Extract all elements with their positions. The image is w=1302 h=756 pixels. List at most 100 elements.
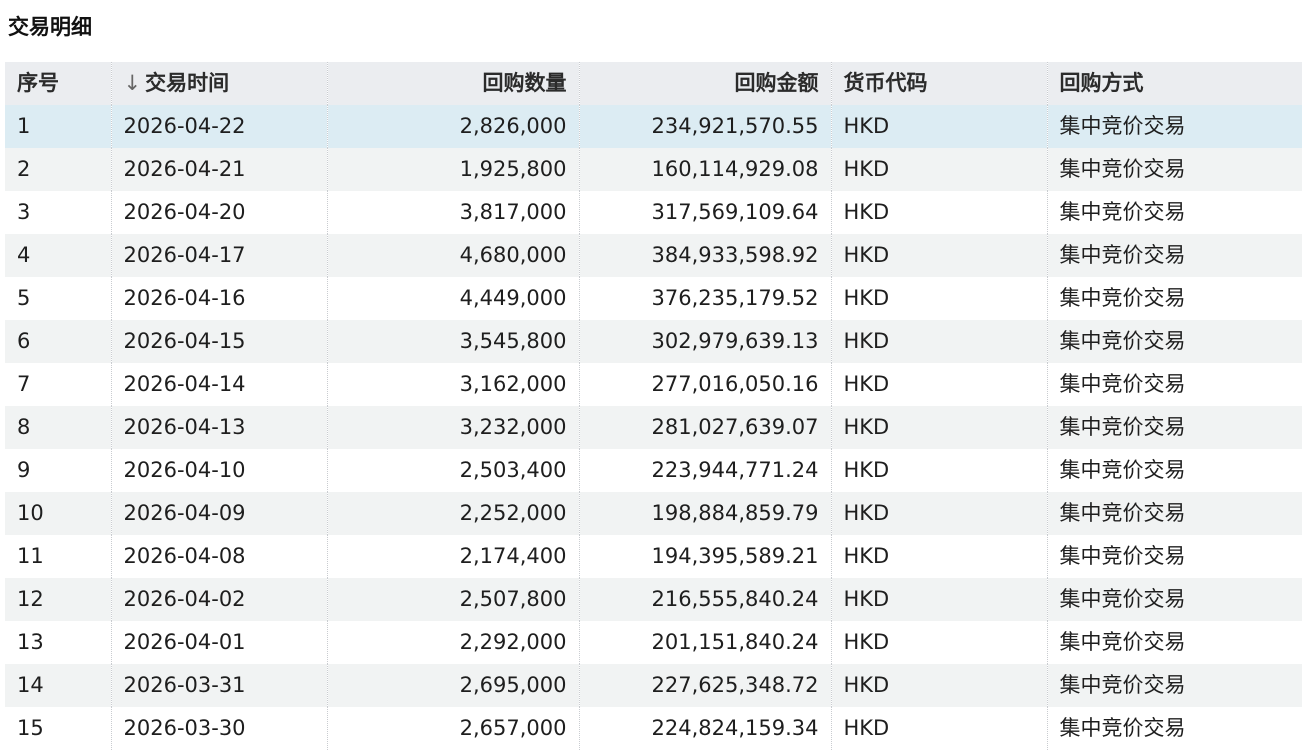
- table-row[interactable]: 9 2026-04-10 2,503,400 223,944,771.24 HKD 集中竞…: [5, 449, 1302, 492]
- table-row[interactable]: 12 2026-04-02 2,507,800 216,555,840.24 HKD 集中…: [5, 578, 1302, 621]
- cell-buyback-method: 集中竞价交易: [1046, 578, 1302, 621]
- cell-buyback-amount: 216,555,840.24: [578, 578, 831, 621]
- cell-buyback-amount: 223,944,771.24: [578, 449, 831, 492]
- cell-buyback-amount: 281,027,639.07: [578, 406, 831, 449]
- cell-trade-time: 2026-04-20: [110, 191, 327, 234]
- cell-buyback-amount: 201,151,840.24: [578, 621, 831, 664]
- cell-seq: 10: [17, 501, 44, 525]
- cell-buyback-quantity: 3,232,000: [326, 406, 579, 449]
- table-header: 序号 ↓ 交易时间 回购数量 回购金额 货币代码 回购方式: [5, 62, 1302, 105]
- section-title: 交易明细: [8, 15, 92, 39]
- column-header-trade-time[interactable]: ↓ 交易时间: [110, 62, 327, 105]
- cell-buyback-amount: 234,921,570.55: [578, 105, 831, 148]
- cell-buyback-quantity: 4,680,000: [326, 234, 579, 277]
- cell-buyback-quantity: 3,817,000: [326, 191, 579, 234]
- cell-currency-code: HKD: [830, 707, 1047, 750]
- cell-buyback-quantity: 2,657,000: [326, 707, 579, 750]
- cell-buyback-amount: 302,979,639.13: [578, 320, 831, 363]
- cell-buyback-amount: 224,824,159.34: [578, 707, 831, 750]
- cell-seq: 5: [17, 286, 31, 310]
- cell-trade-time: 2026-04-16: [110, 277, 327, 320]
- table-row[interactable]: 7 2026-04-14 3,162,000 277,016,050.16 HKD 集中竞…: [5, 363, 1302, 406]
- cell-buyback-method: 集中竞价交易: [1046, 320, 1302, 363]
- trade-table-container: 序号 ↓ 交易时间 回购数量 回购金额 货币代码 回购方式 1 2026-04-…: [5, 62, 1302, 756]
- column-header-label: 序号: [17, 71, 59, 95]
- cell-buyback-quantity: 2,826,000: [326, 105, 579, 148]
- cell-currency-code: HKD: [830, 277, 1047, 320]
- table-row[interactable]: 6 2026-04-15 3,545,800 302,979,639.13 HKD 集中竞…: [5, 320, 1302, 363]
- header-row: 序号 ↓ 交易时间 回购数量 回购金额 货币代码 回购方式: [5, 62, 1302, 105]
- cell-trade-time: 2026-03-30: [110, 707, 327, 750]
- cell-buyback-quantity: 1,925,800: [326, 148, 579, 191]
- cell-currency-code: HKD: [830, 664, 1047, 707]
- cell-buyback-method: 集中竞价交易: [1046, 707, 1302, 750]
- cell-seq: 8: [17, 415, 31, 439]
- cell-trade-time: 2026-04-17: [110, 234, 327, 277]
- column-header-currency-code[interactable]: 货币代码: [830, 62, 1047, 105]
- sort-descending-icon: ↓: [123, 71, 142, 95]
- cell-seq: 15: [17, 716, 44, 740]
- cell-buyback-quantity: 3,545,800: [326, 320, 579, 363]
- cell-buyback-quantity: 2,507,800: [326, 578, 579, 621]
- table-row[interactable]: 15 2026-03-30 2,657,000 224,824,159.34 HKD 集中…: [5, 707, 1302, 750]
- cell-trade-time: 2026-03-31: [110, 664, 327, 707]
- cell-currency-code: HKD: [830, 449, 1047, 492]
- cell-trade-time: 2026-04-09: [110, 492, 327, 535]
- cell-currency-code: HKD: [830, 535, 1047, 578]
- cell-buyback-amount: 194,395,589.21: [578, 535, 831, 578]
- cell-seq: 9: [17, 458, 31, 482]
- cell-buyback-amount: 317,569,109.64: [578, 191, 831, 234]
- table-row[interactable]: 1 2026-04-22 2,826,000 234,921,570.55 HKD 集中竞…: [5, 105, 1302, 148]
- cell-seq: 11: [17, 544, 44, 568]
- cell-buyback-method: 集中竞价交易: [1046, 621, 1302, 664]
- cell-buyback-method: 集中竞价交易: [1046, 535, 1302, 578]
- cell-seq: 6: [17, 329, 31, 353]
- cell-buyback-method: 集中竞价交易: [1046, 191, 1302, 234]
- cell-buyback-method: 集中竞价交易: [1046, 105, 1302, 148]
- table-row[interactable]: 11 2026-04-08 2,174,400 194,395,589.21 HKD 集中…: [5, 535, 1302, 578]
- cell-buyback-amount: 277,016,050.16: [578, 363, 831, 406]
- column-header-buyback-amount[interactable]: 回购金额: [578, 62, 831, 105]
- table-row[interactable]: 3 2026-04-20 3,817,000 317,569,109.64 HKD 集中竞…: [5, 191, 1302, 234]
- cell-currency-code: HKD: [830, 234, 1047, 277]
- trade-detail-table: 序号 ↓ 交易时间 回购数量 回购金额 货币代码 回购方式 1 2026-04-…: [5, 62, 1302, 750]
- column-header-buyback-quantity[interactable]: 回购数量: [326, 62, 579, 105]
- column-header-seq[interactable]: 序号: [5, 62, 111, 105]
- cell-seq: 3: [17, 200, 31, 224]
- cell-buyback-method: 集中竞价交易: [1046, 234, 1302, 277]
- cell-buyback-quantity: 2,503,400: [326, 449, 579, 492]
- table-row[interactable]: 10 2026-04-09 2,252,000 198,884,859.79 HKD 集中…: [5, 492, 1302, 535]
- table-row[interactable]: 8 2026-04-13 3,232,000 281,027,639.07 HKD 集中竞…: [5, 406, 1302, 449]
- cell-buyback-quantity: 2,174,400: [326, 535, 579, 578]
- table-body: 1 2026-04-22 2,826,000 234,921,570.55 HKD 集中竞…: [5, 105, 1302, 750]
- cell-seq: 4: [17, 243, 31, 267]
- table-row[interactable]: 14 2026-03-31 2,695,000 227,625,348.72 HKD 集中…: [5, 664, 1302, 707]
- column-header-label: 交易时间: [145, 71, 230, 95]
- cell-currency-code: HKD: [830, 492, 1047, 535]
- table-row[interactable]: 13 2026-04-01 2,292,000 201,151,840.24 HKD 集中…: [5, 621, 1302, 664]
- cell-buyback-method: 集中竞价交易: [1046, 406, 1302, 449]
- cell-currency-code: HKD: [830, 191, 1047, 234]
- column-header-buyback-method[interactable]: 回购方式: [1046, 62, 1302, 105]
- cell-trade-time: 2026-04-14: [110, 363, 327, 406]
- cell-seq: 2: [17, 157, 31, 181]
- cell-buyback-method: 集中竞价交易: [1046, 148, 1302, 191]
- cell-seq: 7: [17, 372, 31, 396]
- cell-buyback-quantity: 2,252,000: [326, 492, 579, 535]
- cell-buyback-quantity: 4,449,000: [326, 277, 579, 320]
- cell-buyback-method: 集中竞价交易: [1046, 664, 1302, 707]
- cell-seq: 1: [17, 114, 31, 138]
- cell-buyback-quantity: 2,695,000: [326, 664, 579, 707]
- cell-trade-time: 2026-04-01: [110, 621, 327, 664]
- cell-buyback-amount: 384,933,598.92: [578, 234, 831, 277]
- table-row[interactable]: 4 2026-04-17 4,680,000 384,933,598.92 HKD 集中竞…: [5, 234, 1302, 277]
- cell-trade-time: 2026-04-08: [110, 535, 327, 578]
- cell-currency-code: HKD: [830, 406, 1047, 449]
- cell-currency-code: HKD: [830, 148, 1047, 191]
- table-row[interactable]: 5 2026-04-16 4,449,000 376,235,179.52 HKD 集中竞…: [5, 277, 1302, 320]
- cell-trade-time: 2026-04-22: [110, 105, 327, 148]
- column-header-label: 回购数量: [482, 71, 567, 95]
- cell-buyback-amount: 198,884,859.79: [578, 492, 831, 535]
- table-row[interactable]: 2 2026-04-21 1,925,800 160,114,929.08 HKD 集中竞…: [5, 148, 1302, 191]
- column-header-label: 回购金额: [734, 71, 819, 95]
